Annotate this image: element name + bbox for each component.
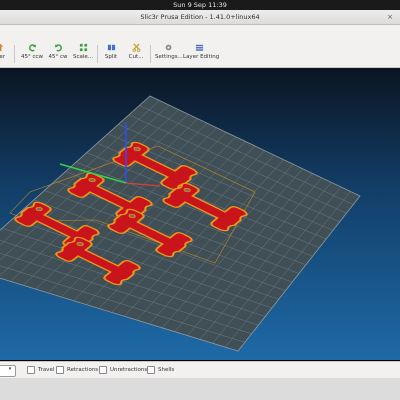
toolbar-separator — [97, 45, 98, 63]
checkbox-box[interactable] — [56, 366, 64, 374]
toolbar-button-split[interactable]: Split — [102, 43, 120, 65]
toolbar-button-cut[interactable]: Cut... — [127, 43, 145, 65]
layers-icon — [195, 44, 203, 51]
toolbar-button-rotate-cw[interactable]: 45° cw — [47, 43, 69, 65]
toolbar-button-scale[interactable]: Scale... — [72, 43, 94, 65]
window-title: Slic3r Prusa Edition - 1.41.0+linux64 — [140, 13, 260, 21]
cut-icon — [132, 43, 140, 52]
checkbox-box[interactable] — [147, 366, 155, 374]
toolbar-button-layer-editing[interactable]: Layer Editing — [183, 43, 219, 65]
window-titlebar: Slic3r Prusa Edition - 1.41.0+linux64 × — [0, 10, 400, 25]
3d-preview-viewport[interactable] — [0, 68, 400, 360]
scale-icon — [79, 43, 87, 52]
main-toolbar: wer 45° ccw 45° cw Scale... Split — [0, 25, 400, 68]
preview-options-bar: ▾ Travel Retractions Unretractions Shell… — [0, 361, 400, 379]
chevron-down-icon[interactable]: ▾ — [7, 364, 13, 374]
toolbar-button-settings[interactable]: Settings... — [155, 43, 183, 65]
split-icon — [107, 44, 115, 51]
shells-checkbox[interactable]: Shells — [147, 366, 174, 374]
arrows-icon — [0, 43, 3, 52]
window-bottom-area — [0, 378, 400, 400]
retractions-checkbox[interactable]: Retractions — [56, 366, 98, 374]
print-bed-scene[interactable] — [0, 68, 400, 360]
unretractions-checkbox[interactable]: Unretractions — [99, 366, 147, 374]
toolbar-button-rotate-ccw[interactable]: 45° ccw — [20, 43, 44, 65]
toolbar-separator — [150, 45, 151, 63]
toolbar-button-arrange[interactable]: wer — [0, 43, 8, 65]
travel-checkbox[interactable]: Travel — [27, 366, 54, 374]
checkbox-box[interactable] — [99, 366, 107, 374]
close-icon[interactable]: × — [386, 13, 394, 21]
rotate-cw-icon — [54, 44, 62, 52]
gear-icon — [165, 44, 171, 51]
checkbox-box[interactable] — [27, 366, 35, 374]
system-top-bar: Sun 9 Sep 11:39 — [0, 0, 400, 10]
toolbar-separator — [14, 45, 15, 63]
system-clock[interactable]: Sun 9 Sep 11:39 — [173, 1, 227, 9]
rotate-ccw-icon — [28, 44, 36, 52]
